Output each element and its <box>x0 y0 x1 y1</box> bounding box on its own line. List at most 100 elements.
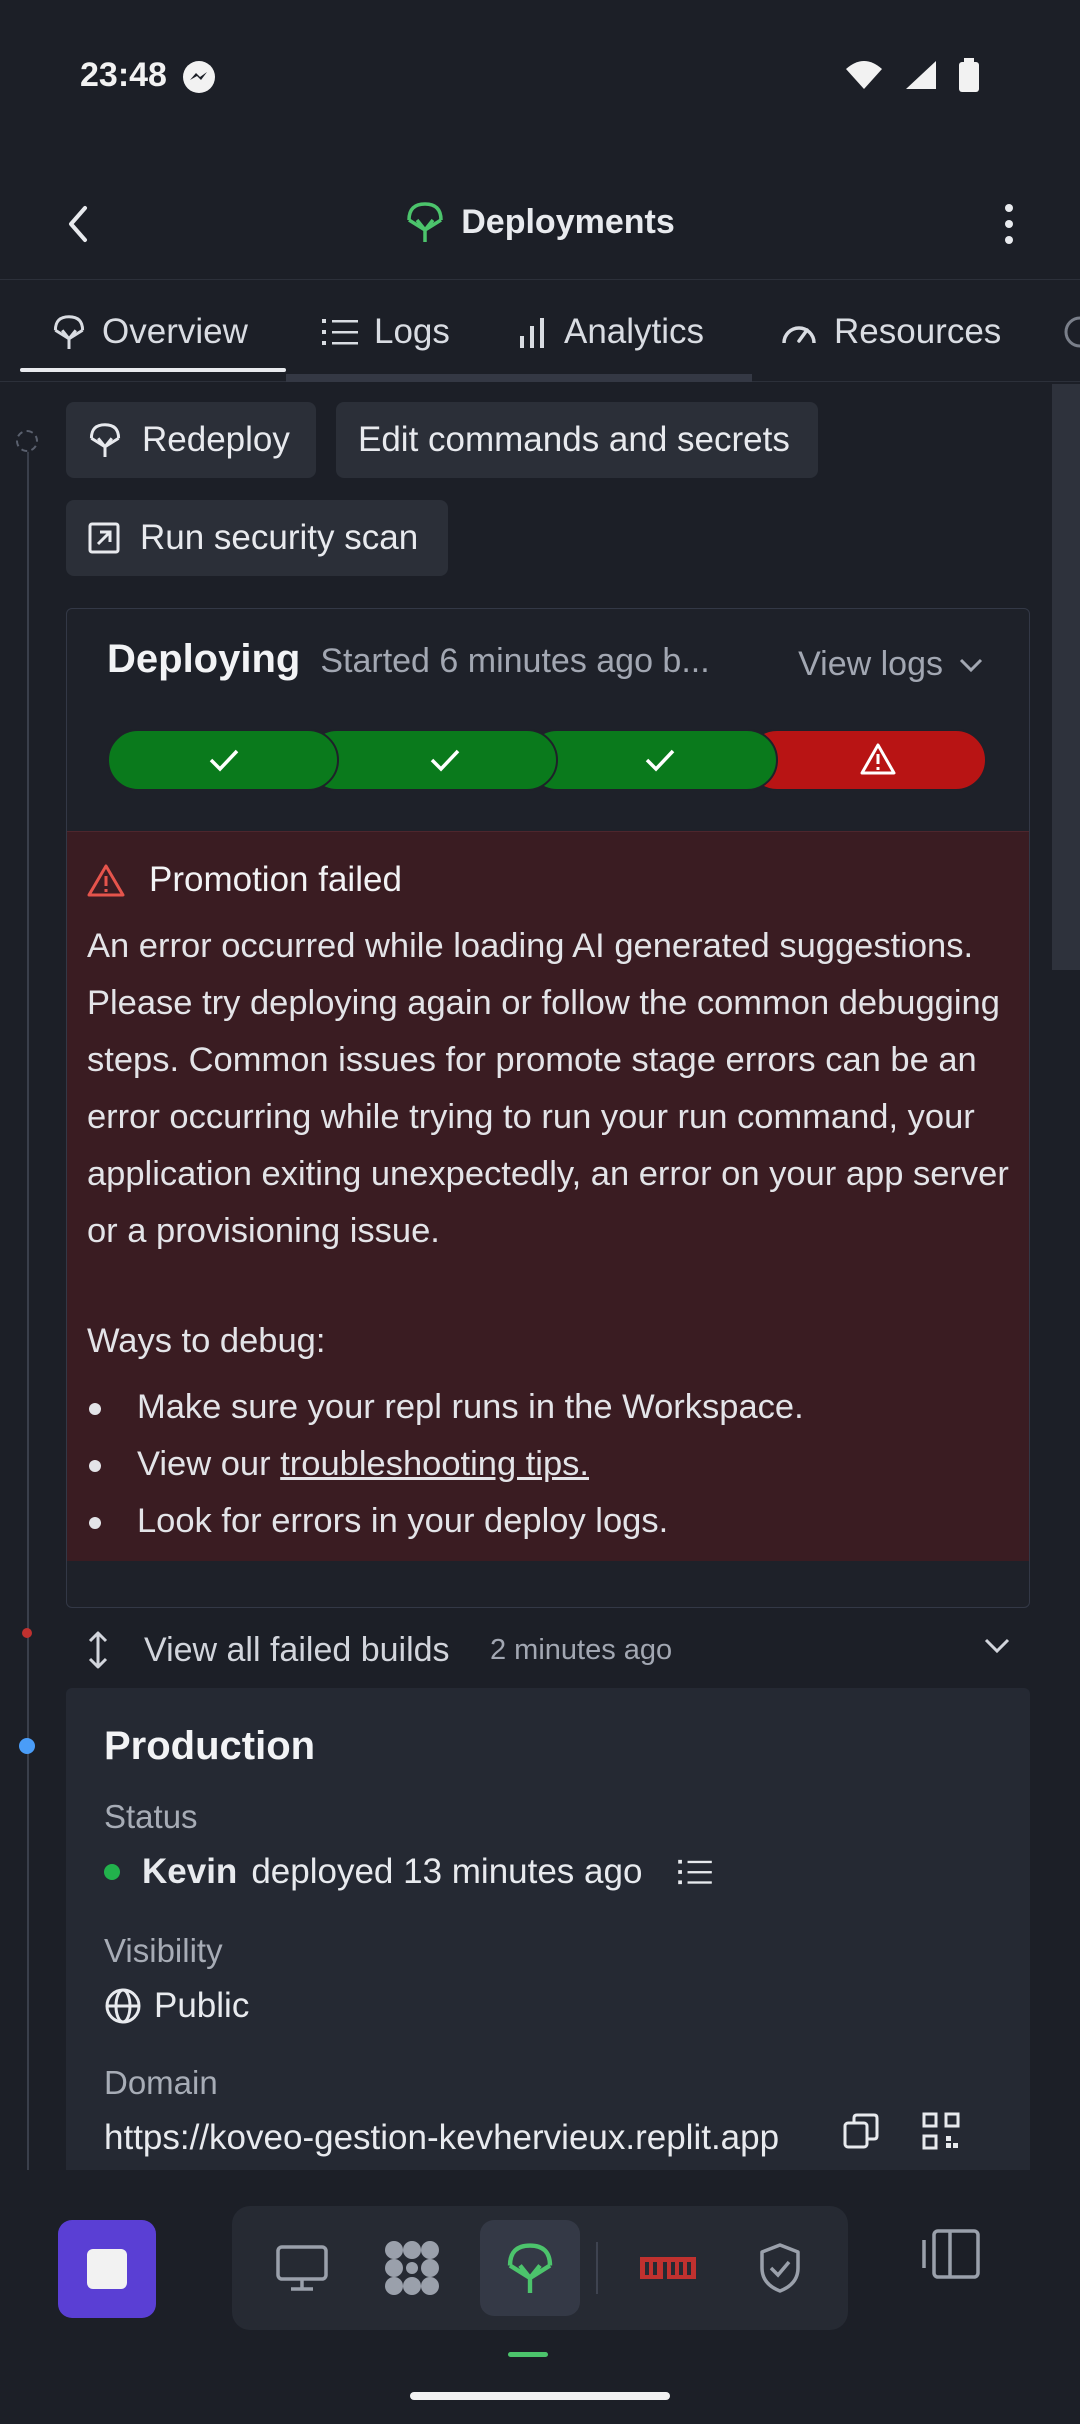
security-scan-label: Run security scan <box>140 518 419 557</box>
active-tab-indicator <box>20 368 286 372</box>
chevron-down-icon <box>984 1638 1010 1654</box>
more-options-button[interactable] <box>984 192 1034 256</box>
grid-dots-icon <box>385 2241 439 2295</box>
split-view-button[interactable] <box>920 2228 982 2285</box>
dot-icon <box>1005 220 1013 228</box>
tab-scroll-track <box>286 374 752 382</box>
timeline-failed-dot <box>22 1628 32 1638</box>
error-panel: Promotion failed An error occurred while… <box>67 831 1029 1561</box>
status-time: 23:48 <box>80 56 167 94</box>
production-title: Production <box>104 1724 316 1768</box>
bar-chart-icon <box>520 318 544 348</box>
edit-commands-button[interactable]: Edit commands and secrets <box>336 402 818 478</box>
messenger-icon <box>183 61 215 93</box>
view-logs-button[interactable]: View logs <box>798 645 983 684</box>
qr-code-icon[interactable] <box>922 2112 960 2150</box>
home-indicator[interactable] <box>410 2392 670 2400</box>
nav-console[interactable] <box>252 2220 352 2316</box>
warning-icon <box>87 864 125 897</box>
timeline-production-dot <box>19 1738 35 1754</box>
chevron-down-icon <box>959 658 983 672</box>
tab-resources[interactable]: Resources <box>780 302 1001 362</box>
globe-icon <box>105 1988 141 2024</box>
debug-list: Make sure your repl runs in the Workspac… <box>87 1379 804 1550</box>
dot-icon <box>1005 204 1013 212</box>
nav-divider <box>596 2242 598 2294</box>
error-title: Promotion failed <box>87 860 402 900</box>
visibility-row: Public <box>104 1986 249 2026</box>
redeploy-button[interactable]: Redeploy <box>66 402 316 478</box>
visibility-label: Visibility <box>104 1932 223 1969</box>
domain-label: Domain <box>104 2064 218 2101</box>
tab-overview[interactable]: Overview <box>52 302 248 362</box>
shield-check-icon <box>760 2243 800 2293</box>
list-item: View our troubleshooting tips. <box>87 1436 804 1493</box>
stage-0-done <box>107 729 339 791</box>
list-icon <box>322 319 358 345</box>
external-scan-icon <box>88 522 120 554</box>
stage-2-done <box>526 729 778 791</box>
deploying-card: Deploying Started 6 minutes ago b... Vie… <box>66 608 1030 1608</box>
tab-label: Logs <box>374 312 450 351</box>
tab-analytics[interactable]: Analytics <box>518 302 704 362</box>
status-icons <box>844 58 980 92</box>
signal-icon <box>906 61 936 89</box>
nav-apps[interactable] <box>362 2220 462 2316</box>
view-logs-label: View logs <box>798 645 943 683</box>
tab-label: Analytics <box>564 312 705 351</box>
dot-icon <box>1005 236 1013 244</box>
monitor-icon <box>276 2245 328 2291</box>
page-title: Deployments <box>461 202 675 241</box>
deploying-header: Deploying Started 6 minutes ago b... <box>107 637 710 682</box>
production-card: Production Status Kevin deployed 13 minu… <box>66 1688 1030 2170</box>
bottom-nav <box>0 2180 1080 2424</box>
visibility-value: Public <box>154 1986 250 2025</box>
split-panel-icon <box>922 2229 980 2279</box>
nav-deployments[interactable] <box>480 2220 580 2316</box>
more-tab-icon[interactable] <box>1064 316 1080 348</box>
redeploy-label: Redeploy <box>142 420 290 459</box>
scrollbar[interactable] <box>1052 384 1080 970</box>
deploy-icon <box>407 202 443 242</box>
ways-to-debug-label: Ways to debug: <box>87 1322 326 1360</box>
active-tool-indicator <box>508 2352 548 2357</box>
status-bar: 23:48 <box>0 0 1080 150</box>
nav-security[interactable] <box>730 2220 830 2316</box>
stop-button[interactable] <box>58 2220 156 2318</box>
title-wrap: Deployments <box>0 200 1080 244</box>
content-area: Redeploy Edit commands and secrets Run s… <box>0 384 1080 2170</box>
domain-link[interactable]: https://koveo-gestion-kevhervieux.replit… <box>104 2118 779 2158</box>
timeline-pending-dot <box>16 430 38 452</box>
list-icon[interactable] <box>678 1858 713 1886</box>
tab-bar: Overview Logs Analytics Resources <box>0 282 1080 382</box>
failed-builds-label: View all failed builds <box>144 1630 450 1669</box>
nav-npm[interactable] <box>618 2220 718 2316</box>
tab-label: Overview <box>102 312 248 351</box>
error-body: An error occurred while loading AI gener… <box>87 927 1009 1250</box>
tab-label: Resources <box>834 312 1002 351</box>
security-scan-button[interactable]: Run security scan <box>66 500 448 576</box>
npm-icon <box>640 2257 696 2279</box>
troubleshooting-link[interactable]: troubleshooting tips. <box>280 1445 589 1483</box>
timeline-line <box>27 444 29 2170</box>
failed-builds-time: 2 minutes ago <box>490 1633 673 1666</box>
deploy-icon <box>89 423 121 457</box>
deployer-name: Kevin <box>142 1852 238 1891</box>
expand-vertical-icon <box>88 1631 108 1669</box>
list-item-prefix: View our <box>137 1445 281 1483</box>
error-title-text: Promotion failed <box>149 860 402 899</box>
copy-icon[interactable] <box>842 2112 880 2150</box>
stop-icon <box>87 2249 127 2289</box>
status-online-dot <box>104 1864 120 1880</box>
wifi-icon <box>846 61 882 89</box>
failed-builds-row[interactable]: View all failed builds 2 minutes ago <box>66 1610 1030 1690</box>
deploy-progress <box>107 729 987 791</box>
deploying-title: Deploying <box>107 637 301 681</box>
deploying-subtitle: Started 6 minutes ago b... <box>320 642 710 680</box>
gauge-icon <box>782 326 816 344</box>
list-item: Make sure your repl runs in the Workspac… <box>87 1379 804 1436</box>
stage-3-failed <box>746 729 987 791</box>
tab-logs[interactable]: Logs <box>322 302 450 362</box>
deploy-status-text: deployed 13 minutes ago <box>251 1852 643 1891</box>
app-bar: Deployments <box>0 170 1080 280</box>
